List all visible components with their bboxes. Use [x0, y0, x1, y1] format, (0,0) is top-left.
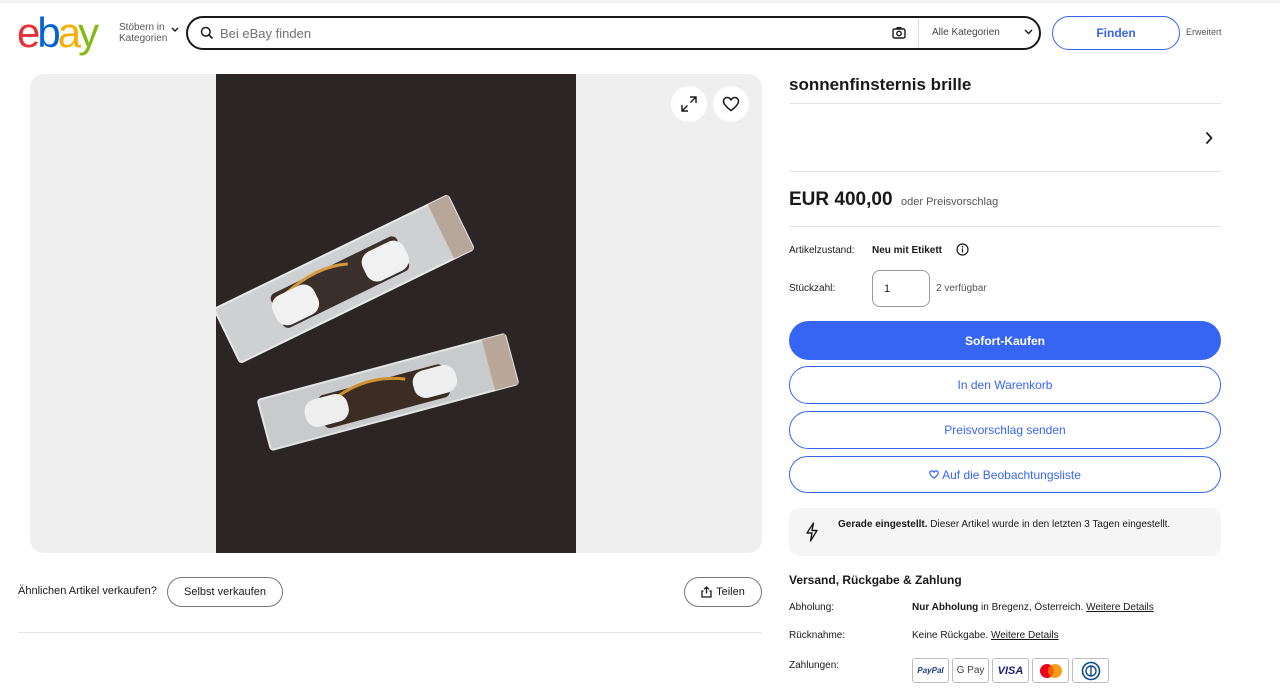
visa-icon: VISA: [992, 658, 1029, 683]
pickup-details-link[interactable]: Weitere Details: [1086, 602, 1154, 613]
search-bar: Alle Kategorien: [186, 16, 1041, 50]
divider: [18, 632, 762, 633]
lightning-icon: [806, 522, 818, 542]
diners-club-icon: [1072, 658, 1109, 683]
add-to-watchlist-button[interactable]: Auf die Beobachtungsliste: [789, 456, 1221, 493]
eclipse-glasses-photo: [216, 74, 576, 553]
search-icon: [200, 26, 214, 40]
heart-icon: [722, 96, 740, 112]
ebay-logo[interactable]: ebay: [17, 12, 99, 54]
buy-now-button[interactable]: Sofort-Kaufen: [789, 321, 1221, 360]
divider: [789, 171, 1221, 172]
returns-details-link[interactable]: Weitere Details: [991, 630, 1059, 641]
condition-value: Neu mit Etikett: [872, 245, 943, 256]
item-price: EUR 400,00: [789, 189, 893, 210]
pickup-value: Nur Abholung in Bregenz, Österreich. Wei…: [912, 602, 1154, 613]
chevron-down-icon[interactable]: [171, 27, 179, 33]
heart-icon: [929, 470, 939, 479]
watchlist-label: Auf die Beobachtungsliste: [942, 467, 1081, 482]
share-label: Teilen: [716, 586, 745, 598]
watch-heart-button[interactable]: [713, 86, 749, 122]
pickup-label: Abholung:: [789, 602, 835, 613]
category-select[interactable]: Alle Kategorien: [932, 27, 1000, 38]
product-photo[interactable]: [216, 74, 576, 553]
share-button[interactable]: Teilen: [684, 577, 762, 607]
image-gallery[interactable]: [30, 74, 762, 553]
add-to-cart-button[interactable]: In den Warenkorb: [789, 366, 1221, 404]
google-pay-icon: G Pay: [952, 658, 989, 683]
divider: [789, 103, 1221, 104]
recently-listed-notice: Gerade eingestellt. Dieser Artikel wurde…: [789, 508, 1221, 556]
share-icon: [701, 586, 712, 598]
fullscreen-button[interactable]: [671, 86, 707, 122]
returns-value: Keine Rückgabe. Weitere Details: [912, 630, 1059, 641]
chevron-right-icon[interactable]: [1204, 131, 1214, 145]
find-button[interactable]: Finden: [1052, 16, 1180, 50]
quantity-input[interactable]: [872, 270, 930, 307]
similar-item-label: Ähnlichen Artikel verkaufen?: [18, 585, 157, 597]
browse-categories[interactable]: Stöbern in Kategorien: [119, 22, 167, 44]
shipping-section-title: Versand, Rückgabe & Zahlung: [789, 573, 962, 587]
chevron-down-icon[interactable]: [1024, 29, 1033, 35]
divider: [789, 226, 1221, 227]
paypal-icon: PayPal: [912, 658, 949, 683]
search-divider: [918, 18, 919, 48]
advanced-search-link[interactable]: Erweitert: [1186, 27, 1222, 37]
item-title: sonnenfinsternis brille: [789, 75, 972, 94]
quantity-label: Stückzahl:: [789, 283, 836, 294]
payment-methods: PayPal G Pay VISA: [912, 658, 1109, 683]
condition-label: Artikelzustand:: [789, 245, 855, 256]
sell-yourself-button[interactable]: Selbst verkaufen: [167, 577, 283, 607]
info-icon[interactable]: [956, 243, 969, 256]
payments-label: Zahlungen:: [789, 660, 840, 671]
notice-text: Gerade eingestellt. Dieser Artikel wurde…: [838, 519, 1171, 530]
mastercard-icon: [1032, 658, 1069, 683]
returns-label: Rücknahme:: [789, 630, 846, 641]
camera-icon[interactable]: [892, 26, 906, 39]
search-input[interactable]: [220, 24, 860, 42]
quantity-available: 2 verfügbar: [936, 283, 987, 294]
price-offer-note: oder Preisvorschlag: [901, 196, 999, 208]
expand-icon: [681, 96, 697, 112]
top-border: [0, 0, 1280, 3]
make-offer-button[interactable]: Preisvorschlag senden: [789, 411, 1221, 449]
